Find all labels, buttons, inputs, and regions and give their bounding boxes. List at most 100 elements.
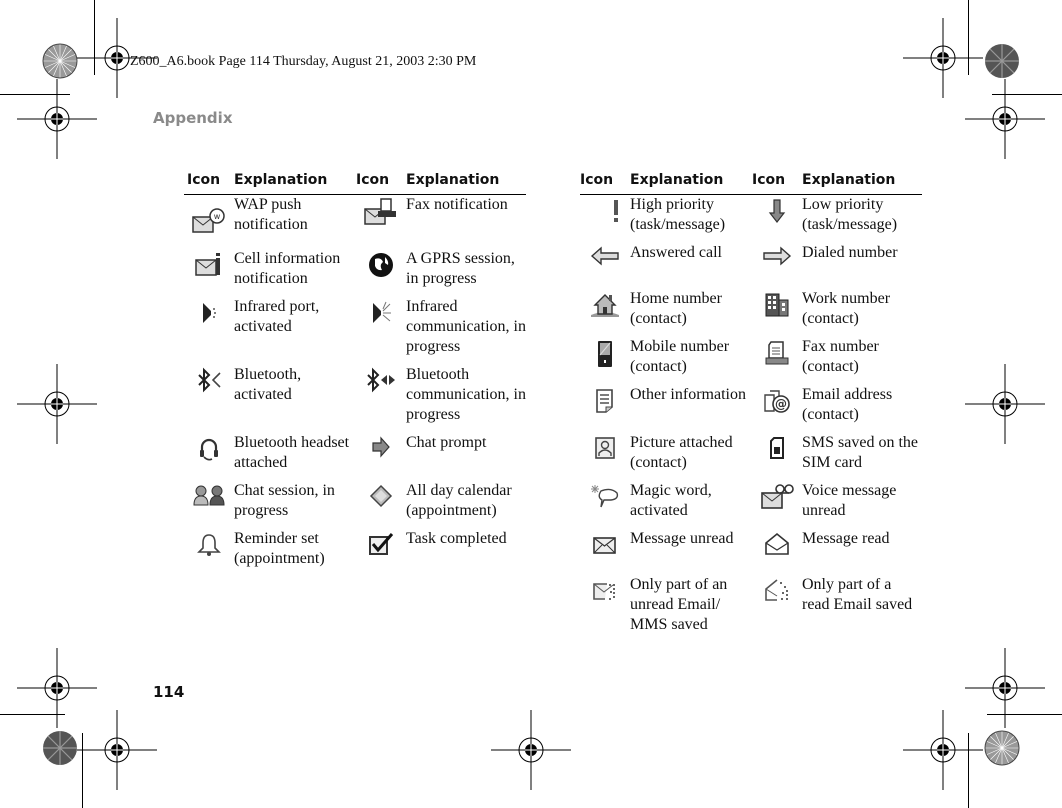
explanation-text: Other information	[630, 386, 746, 403]
partial-unread-email-icon	[593, 583, 615, 600]
explanation-text: All day calendar (appointment)	[406, 482, 512, 519]
color-rosette-icon	[985, 44, 1019, 78]
registration-mark-icon	[965, 364, 1045, 444]
low-priority-icon	[768, 199, 786, 223]
wap-push-icon: w	[192, 208, 225, 233]
section-heading: Appendix	[153, 109, 233, 127]
message-read-icon	[765, 532, 789, 555]
column-header-icon: Icon	[356, 170, 406, 195]
explanation-text: Infrared communication, in progress	[406, 298, 526, 355]
registration-mark-icon	[491, 710, 571, 790]
print-slug: Z600_A6.book Page 114 Thursday, August 2…	[130, 54, 477, 69]
explanation-text: Bluetooth, activated	[234, 366, 302, 403]
infrared-communication-icon	[373, 301, 391, 323]
column-header-icon: Icon	[580, 170, 630, 195]
explanation-text: Chat prompt	[406, 434, 487, 451]
task-completed-icon	[369, 533, 394, 555]
registration-mark-icon	[965, 79, 1045, 159]
table-row: Cell information notification A GPRS ses…	[184, 249, 526, 297]
icon-table-right: Icon Explanation Icon Explanation High p…	[580, 170, 922, 643]
explanation-text: Bluetooth headset attached	[234, 434, 350, 471]
explanation-text: Message read	[802, 530, 890, 547]
table-row: Message unread Message read	[580, 529, 922, 575]
table-row: Picture attached (contact) SMS saved on …	[580, 433, 922, 481]
registration-mark-icon	[903, 710, 983, 790]
table-row: Mobile number (contact) Fax number (cont…	[580, 337, 922, 385]
table-row: Bluetooth headset attached Chat prompt	[184, 433, 526, 481]
explanation-text: Low priority (task/message)	[802, 196, 898, 233]
other-information-icon	[596, 389, 613, 413]
partial-read-email-icon	[765, 579, 788, 601]
explanation-text: Work number (contact)	[802, 290, 891, 327]
explanation-text: Cell information notification	[234, 250, 341, 287]
table-row: w WAP push notification Fax notification	[184, 195, 526, 250]
explanation-text: Only part of an unread Email/ MMS saved	[630, 576, 728, 633]
table-row: Reminder set (appointment) Task complete…	[184, 529, 526, 577]
explanation-text: Fax notification	[406, 196, 508, 213]
column-header-explanation: Explanation	[802, 170, 922, 195]
column-header-explanation: Explanation	[234, 170, 356, 195]
table-row: Chat session, in progress All day calend…	[184, 481, 526, 529]
chat-prompt-icon	[372, 436, 390, 458]
explanation-text: Dialed number	[802, 244, 898, 261]
column-header-icon: Icon	[752, 170, 802, 195]
table-row: Home number (contact) Work number (conta…	[580, 289, 922, 337]
table-row: Answered call Dialed number	[580, 243, 922, 289]
column-header-icon: Icon	[184, 170, 234, 195]
color-rosette-icon	[984, 730, 1020, 766]
all-day-calendar-icon	[369, 484, 393, 508]
bluetooth-activated-icon	[198, 367, 221, 393]
explanation-text: WAP push notification	[234, 196, 308, 233]
explanation-text: Only part of a read Email saved	[802, 576, 913, 613]
high-priority-icon	[614, 200, 618, 222]
message-unread-icon	[593, 537, 616, 554]
picture-attached-icon	[595, 437, 615, 459]
explanation-text: Voice message unread	[802, 482, 897, 519]
column-header-explanation: Explanation	[630, 170, 752, 195]
answered-call-icon	[590, 246, 619, 266]
work-number-icon	[765, 293, 789, 317]
color-rosette-icon	[42, 43, 78, 79]
explanation-text: Picture attached (contact)	[630, 434, 733, 471]
fax-notification-icon	[364, 198, 396, 225]
explanation-text: Infrared port, activated	[234, 298, 320, 335]
icon-table-left: Icon Explanation Icon Explanation w WAP …	[184, 170, 526, 577]
explanation-text: Answered call	[630, 244, 722, 261]
cell-info-icon	[195, 253, 220, 276]
mobile-number-icon	[598, 341, 612, 367]
gprs-session-icon	[369, 253, 393, 277]
chat-session-icon	[193, 485, 225, 506]
table-row: Magic word, activated Voice message unre…	[580, 481, 922, 529]
table-row: Other information @ Email address (conta…	[580, 385, 922, 433]
explanation-text: Magic word, activated	[630, 482, 712, 519]
explanation-text: Bluetooth communication, in progress	[406, 366, 526, 423]
svg-text:w: w	[214, 212, 221, 221]
explanation-text: SMS saved on the SIM card	[802, 434, 918, 471]
explanation-text: Home number (contact)	[630, 290, 722, 327]
table-row: Only part of an unread Email/ MMS saved …	[580, 575, 922, 643]
page-number: 114	[153, 683, 185, 701]
voice-message-icon	[761, 484, 794, 509]
reminder-bell-icon	[197, 534, 221, 556]
registration-mark-icon	[77, 710, 157, 790]
table-row: Bluetooth, activated Bluetooth communica…	[184, 365, 526, 433]
fax-number-icon	[765, 341, 789, 365]
bluetooth-communication-icon	[367, 367, 395, 393]
explanation-text: High priority (task/message)	[630, 196, 726, 233]
registration-mark-icon	[17, 364, 97, 444]
table-row: High priority (task/message) Low priorit…	[580, 195, 922, 244]
explanation-text: Task completed	[406, 530, 507, 547]
explanation-text: Mobile number (contact)	[630, 338, 730, 375]
infrared-port-icon	[203, 303, 216, 323]
explanation-text: A GPRS session, in progress	[406, 250, 515, 287]
sim-card-sms-icon	[770, 437, 784, 459]
explanation-text: Message unread	[630, 530, 734, 547]
dialed-number-icon	[763, 246, 792, 266]
column-header-explanation: Explanation	[406, 170, 526, 195]
email-address-icon: @	[764, 390, 790, 413]
explanation-text: Fax number (contact)	[802, 338, 879, 375]
explanation-text: Email address (contact)	[802, 386, 893, 423]
color-rosette-icon	[43, 731, 77, 765]
explanation-text: Reminder set (appointment)	[234, 530, 325, 567]
registration-mark-icon	[17, 79, 97, 159]
